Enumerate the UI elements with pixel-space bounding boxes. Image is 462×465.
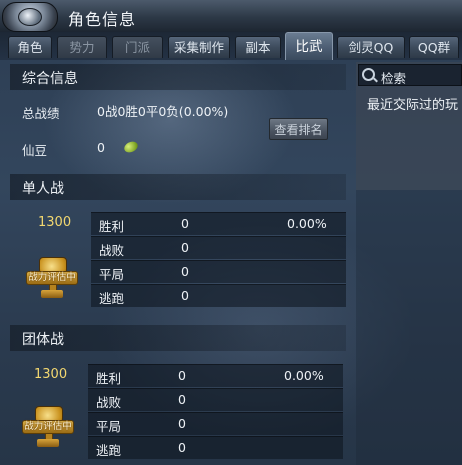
row-count: 0 bbox=[181, 240, 189, 255]
solo-row-win: 胜利 0 0.00% bbox=[91, 212, 346, 235]
solo-rating-badge: 战力评估中 bbox=[26, 271, 78, 285]
row-label: 逃跑 bbox=[96, 443, 122, 458]
emblem-icon bbox=[2, 2, 58, 32]
friends-list-area bbox=[356, 190, 462, 465]
tab-crafting[interactable]: 采集制作 bbox=[168, 36, 230, 58]
team-trophy-icon: 战力评估中 bbox=[22, 406, 74, 458]
recent-contacts-label: 最近交际过的玩 bbox=[367, 98, 459, 113]
row-count: 0 bbox=[178, 368, 186, 383]
team-rating-badge: 战力评估中 bbox=[22, 420, 74, 434]
row-count: 0 bbox=[178, 440, 186, 455]
tab-sect[interactable]: 门派 bbox=[112, 36, 163, 58]
search-label: 检索 bbox=[381, 71, 407, 86]
tab-qq-group[interactable]: QQ群 bbox=[409, 36, 459, 58]
record-value: 0战0胜0平0负(0.00%) bbox=[97, 104, 229, 119]
row-count: 0 bbox=[178, 392, 186, 407]
tab-dungeon[interactable]: 副本 bbox=[235, 36, 281, 58]
tab-jianling-qq[interactable]: 剑灵QQ bbox=[337, 36, 405, 58]
team-row-win: 胜利 0 0.00% bbox=[88, 364, 343, 387]
team-score: 1300 bbox=[34, 367, 68, 382]
solo-trophy-icon: 战力评估中 bbox=[26, 257, 78, 309]
row-percent: 0.00% bbox=[287, 216, 327, 231]
row-label: 战败 bbox=[96, 395, 122, 410]
team-row-flee: 逃跑 0 bbox=[88, 436, 343, 459]
tab-faction[interactable]: 势力 bbox=[57, 36, 107, 58]
bean-label: 仙豆 bbox=[22, 143, 48, 158]
tab-arena[interactable]: 比武 bbox=[285, 32, 333, 60]
search-icon bbox=[362, 68, 375, 81]
solo-heading: 单人战 bbox=[10, 174, 346, 200]
view-rank-button[interactable]: 查看排名 bbox=[269, 118, 328, 140]
row-count: 0 bbox=[181, 264, 189, 279]
title-bar: 角色信息 bbox=[0, 0, 462, 33]
summary-heading-text: 综合信息 bbox=[22, 71, 78, 87]
row-label: 平局 bbox=[96, 419, 122, 434]
search-input[interactable]: 检索 bbox=[358, 64, 462, 86]
row-label: 平局 bbox=[99, 267, 125, 282]
row-count: 0 bbox=[181, 216, 189, 231]
record-label: 总战绩 bbox=[22, 106, 60, 121]
solo-row-draw: 平局 0 bbox=[91, 260, 346, 283]
bean-value: 0 bbox=[97, 140, 105, 155]
team-heading: 团体战 bbox=[10, 325, 346, 351]
solo-row-loss: 战败 0 bbox=[91, 236, 346, 259]
row-count: 0 bbox=[178, 416, 186, 431]
window-title: 角色信息 bbox=[68, 10, 137, 29]
summary-heading: 综合信息 bbox=[10, 64, 346, 90]
team-heading-text: 团体战 bbox=[22, 332, 64, 348]
row-label: 胜利 bbox=[96, 371, 122, 386]
tab-bar: 角色 势力 门派 采集制作 副本 比武 剑灵QQ QQ群 bbox=[0, 32, 462, 60]
tab-character[interactable]: 角色 bbox=[8, 36, 52, 58]
row-count: 0 bbox=[181, 288, 189, 303]
row-label: 逃跑 bbox=[99, 291, 125, 306]
team-row-loss: 战败 0 bbox=[88, 388, 343, 411]
row-label: 战败 bbox=[99, 243, 125, 258]
solo-score: 1300 bbox=[38, 215, 72, 230]
row-percent: 0.00% bbox=[284, 368, 324, 383]
team-row-draw: 平局 0 bbox=[88, 412, 343, 435]
row-label: 胜利 bbox=[99, 219, 125, 234]
solo-row-flee: 逃跑 0 bbox=[91, 284, 346, 307]
solo-heading-text: 单人战 bbox=[22, 181, 64, 197]
